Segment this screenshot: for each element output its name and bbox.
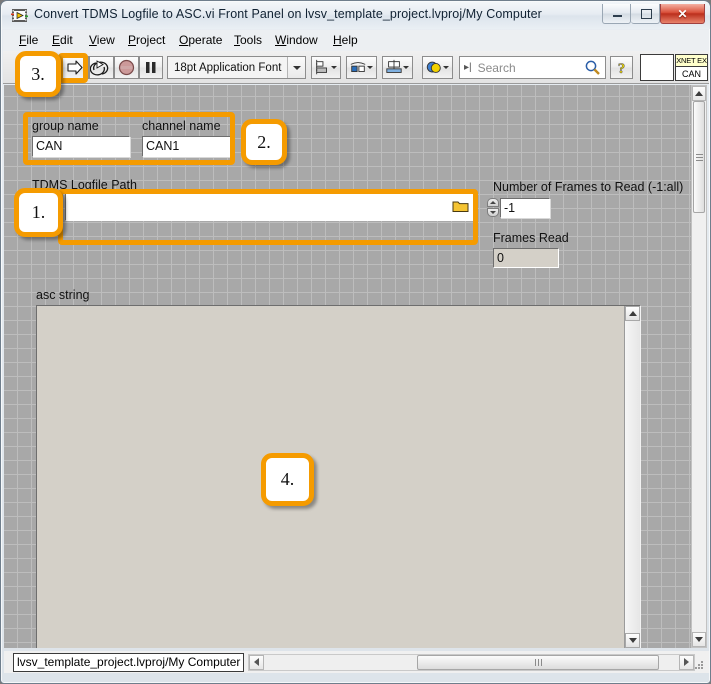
distribute-objects-button[interactable] (346, 56, 377, 79)
hscroll-left-icon[interactable] (249, 654, 265, 670)
minimize-button[interactable] (602, 4, 631, 24)
window-vertical-scrollbar[interactable] (691, 85, 707, 648)
menu-item-edit[interactable]: Edit (52, 33, 73, 47)
abort-execution-button[interactable] (114, 56, 139, 79)
status-bar-text: lvsv_template_project.lvproj/My Computer (13, 652, 245, 672)
frames-read-indicator: 0 (493, 248, 559, 268)
labview-front-panel-window: Convert TDMS Logfile to ASC.vi Front Pan… (0, 0, 711, 684)
align-objects-button[interactable] (311, 56, 341, 79)
chevron-down-icon[interactable] (287, 57, 305, 78)
window-scroll-up-icon[interactable] (692, 86, 706, 101)
toolbar: 18pt Application Font ▸| Search ? XNET E… (3, 51, 709, 84)
frames-to-read-label: Number of Frames to Read (-1:all) (493, 180, 684, 194)
resize-grip-icon[interactable] (693, 658, 705, 670)
menu-item-operate[interactable]: Operate (179, 33, 222, 47)
resize-objects-button[interactable] (382, 56, 413, 79)
asc-string-scrollbar[interactable] (624, 306, 640, 648)
highlight-run-button (58, 53, 88, 83)
highlight-group-channel (23, 112, 235, 165)
reorder-objects-button[interactable] (422, 56, 453, 79)
front-panel-canvas[interactable]: group name CAN channel name CAN1 TDMS Lo… (4, 85, 696, 648)
hscroll-thumb[interactable] (417, 654, 660, 670)
search-icon (585, 60, 600, 75)
highlight-tdms-path (58, 189, 478, 245)
menu-item-help[interactable]: Help (333, 33, 358, 47)
menu-item-project[interactable]: Project (128, 33, 165, 47)
window-controls: ✕ (602, 4, 705, 24)
menu-item-tools[interactable]: Tools (234, 33, 262, 47)
xnet-badge-body: CAN (681, 69, 701, 79)
pause-button[interactable] (139, 56, 163, 79)
callout-3: 3. (15, 51, 61, 97)
xnet-badge-header: XNET EX (676, 55, 707, 67)
title-bar[interactable]: Convert TDMS Logfile to ASC.vi Front Pan… (2, 2, 710, 29)
font-selector-label: 18pt Application Font (174, 61, 282, 74)
vi-icon (11, 7, 28, 24)
window-scroll-down-icon[interactable] (692, 632, 706, 647)
menu-item-window[interactable]: Window (275, 33, 318, 47)
menu-item-file[interactable]: File (19, 33, 38, 47)
vi-icon-blank-pane (640, 54, 674, 81)
window-title: Convert TDMS Logfile to ASC.vi Front Pan… (34, 7, 542, 21)
callout-1: 1. (14, 188, 63, 237)
window-horizontal-scrollbar[interactable] (248, 653, 695, 671)
xnet-badge: XNET EX CAN (675, 54, 708, 81)
asc-string-label: asc string (36, 288, 90, 302)
menu-bar: File Edit View Project Operate Tools Win… (3, 30, 709, 51)
callout-4: 4. (261, 453, 314, 506)
context-help-button[interactable]: ? (610, 56, 633, 79)
close-button[interactable]: ✕ (660, 4, 705, 24)
asc-string-indicator[interactable] (36, 305, 641, 648)
scroll-down-icon[interactable] (625, 633, 640, 648)
stepper-up-icon[interactable] (487, 198, 499, 207)
svg-text:?: ? (618, 61, 626, 77)
stepper-down-icon[interactable] (487, 208, 499, 217)
hscroll-right-icon[interactable] (679, 654, 694, 670)
search-input[interactable]: ▸| Search (459, 56, 606, 79)
scroll-up-icon[interactable] (625, 306, 640, 321)
window-frame: Convert TDMS Logfile to ASC.vi Front Pan… (0, 0, 711, 684)
frames-to-read-input[interactable]: -1 (500, 198, 550, 218)
font-selector[interactable]: 18pt Application Font (167, 56, 306, 79)
status-bar: lvsv_template_project.lvproj/My Computer (4, 651, 709, 673)
run-continuously-button[interactable] (89, 56, 114, 79)
frames-read-label: Frames Read (493, 231, 569, 245)
maximize-button[interactable] (631, 4, 660, 24)
menu-item-view[interactable]: View (89, 33, 115, 47)
window-scroll-thumb[interactable] (693, 101, 705, 213)
search-placeholder: Search (477, 60, 516, 75)
callout-2: 2. (241, 119, 287, 165)
frames-to-read-stepper[interactable] (487, 198, 499, 217)
